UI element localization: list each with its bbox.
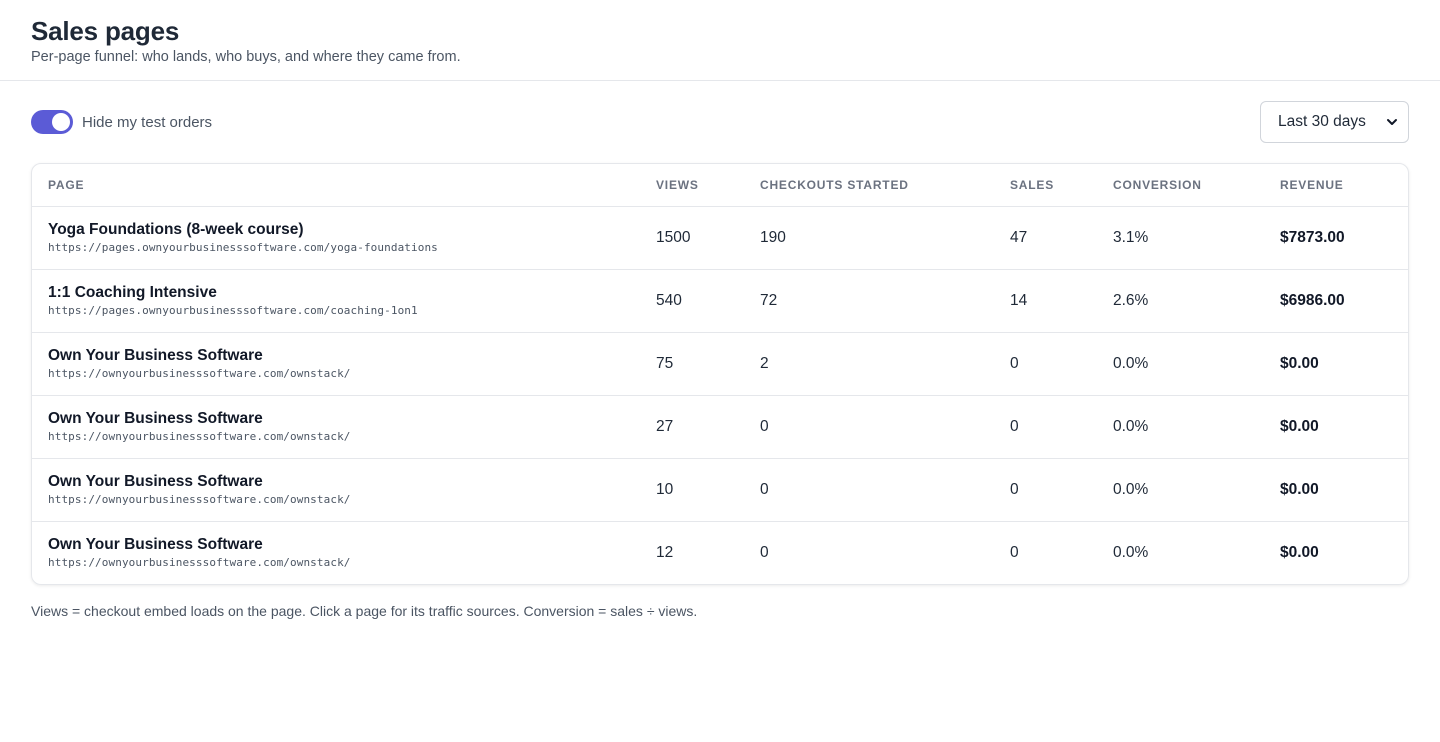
column-header-page[interactable]: PAGE <box>32 164 640 207</box>
sales-cell: 47 <box>994 206 1097 270</box>
controls-bar: Hide my test orders Last 30 days <box>31 81 1409 163</box>
conversion-cell: 0.0% <box>1113 543 1149 561</box>
column-header-revenue[interactable]: REVENUE <box>1264 164 1408 207</box>
column-header-conversion[interactable]: CONVERSION <box>1097 164 1264 207</box>
revenue-cell: $0.00 <box>1264 332 1408 396</box>
page-url: https://ownyourbusinesssoftware.com/owns… <box>48 556 351 570</box>
table-row[interactable]: Own Your Business Software https://ownyo… <box>32 395 1408 459</box>
sales-cell: 0 <box>1010 543 1019 561</box>
page-title-cell[interactable]: Own Your Business Software <box>48 535 624 554</box>
page-url: https://ownyourbusinesssoftware.com/owns… <box>48 430 351 443</box>
page-url: https://ownyourbusinesssoftware.com/owns… <box>48 493 351 506</box>
page-cell: Own Your Business Software https://ownyo… <box>32 521 640 584</box>
page-header: Sales pages Per-page funnel: who lands, … <box>0 0 1440 81</box>
table-row[interactable]: Own Your Business Software https://ownyo… <box>32 332 1408 396</box>
page-title: Sales pages <box>31 16 180 46</box>
table-row[interactable]: Own Your Business Software https://ownyo… <box>32 458 1408 522</box>
table-row[interactable]: Own Your Business Software https://ownyo… <box>32 521 1408 584</box>
sales-pages-table: PAGE VIEWS CHECKOUTS STARTED SALES CONVE… <box>31 163 1409 585</box>
column-header-views[interactable]: VIEWS <box>640 164 744 207</box>
hide-test-orders-label[interactable]: Hide my test orders <box>82 114 212 131</box>
conversion-cell: 2.6% <box>1097 269 1264 333</box>
checkouts-cell: 190 <box>744 206 994 270</box>
page-cell: Yoga Foundations (8-week course) https:/… <box>32 206 640 270</box>
hide-test-orders-toggle[interactable] <box>31 110 73 134</box>
views-cell: 27 <box>640 395 744 459</box>
table-row[interactable]: 1:1 Coaching Intensive https://pages.own… <box>32 269 1408 333</box>
views-cell: 1500 <box>640 206 744 270</box>
sales-cell: 0 <box>994 458 1097 522</box>
page-subtitle: Per-page funnel: who lands, who buys, an… <box>31 49 461 65</box>
revenue-cell: $0.00 <box>1264 395 1408 459</box>
page-title-cell[interactable]: Own Your Business Software <box>48 409 624 428</box>
hide-test-orders-control: Hide my test orders <box>31 110 212 134</box>
table-header-row: PAGE VIEWS CHECKOUTS STARTED SALES CONVE… <box>32 164 1408 207</box>
chevron-down-icon <box>1387 119 1397 125</box>
page-cell: Own Your Business Software https://ownyo… <box>32 395 640 459</box>
page-title-cell[interactable]: Own Your Business Software <box>48 346 624 365</box>
main-content: Hide my test orders Last 30 days PAGE VI <box>0 81 1440 619</box>
conversion-cell: 0.0% <box>1097 458 1264 522</box>
views-cell: 12 <box>656 543 674 561</box>
revenue-cell: $7873.00 <box>1264 206 1408 270</box>
checkouts-cell: 0 <box>744 458 994 522</box>
table-footnote: Views = checkout embed loads on the page… <box>31 603 698 619</box>
page-title-cell[interactable]: Own Your Business Software <box>48 472 624 491</box>
checkouts-cell: 2 <box>744 332 994 396</box>
table-row[interactable]: Yoga Foundations (8-week course) https:/… <box>32 206 1408 270</box>
views-cell: 75 <box>640 332 744 396</box>
views-cell: 540 <box>640 269 744 333</box>
column-header-sales[interactable]: SALES <box>994 164 1097 207</box>
revenue-cell: $0.00 <box>1264 458 1408 522</box>
sales-cell: 0 <box>994 332 1097 396</box>
toggle-knob <box>52 113 70 131</box>
page-cell: Own Your Business Software https://ownyo… <box>32 458 640 522</box>
page-url: https://pages.ownyourbusinesssoftware.co… <box>48 304 418 317</box>
checkouts-cell: 0 <box>744 395 994 459</box>
revenue-cell: $6986.00 <box>1264 269 1408 333</box>
conversion-cell: 0.0% <box>1097 332 1264 396</box>
page-title-cell[interactable]: 1:1 Coaching Intensive <box>48 283 624 302</box>
column-header-checkouts-started[interactable]: CHECKOUTS STARTED <box>744 164 994 207</box>
checkouts-cell: 72 <box>744 269 994 333</box>
checkouts-cell: 0 <box>760 543 769 561</box>
page-title-cell[interactable]: Yoga Foundations (8-week course) <box>48 220 624 239</box>
conversion-cell: 3.1% <box>1097 206 1264 270</box>
date-range-value: Last 30 days <box>1278 113 1366 130</box>
conversion-cell: 0.0% <box>1097 395 1264 459</box>
sales-cell: 14 <box>994 269 1097 333</box>
page-cell: Own Your Business Software https://ownyo… <box>32 332 640 396</box>
page-url: https://pages.ownyourbusinesssoftware.co… <box>48 241 438 254</box>
page-url: https://ownyourbusinesssoftware.com/owns… <box>48 367 351 380</box>
views-cell: 10 <box>640 458 744 522</box>
sales-cell: 0 <box>994 395 1097 459</box>
revenue-cell: $0.00 <box>1280 543 1319 561</box>
page-cell: 1:1 Coaching Intensive https://pages.own… <box>32 269 640 333</box>
date-range-select[interactable]: Last 30 days <box>1260 101 1409 143</box>
